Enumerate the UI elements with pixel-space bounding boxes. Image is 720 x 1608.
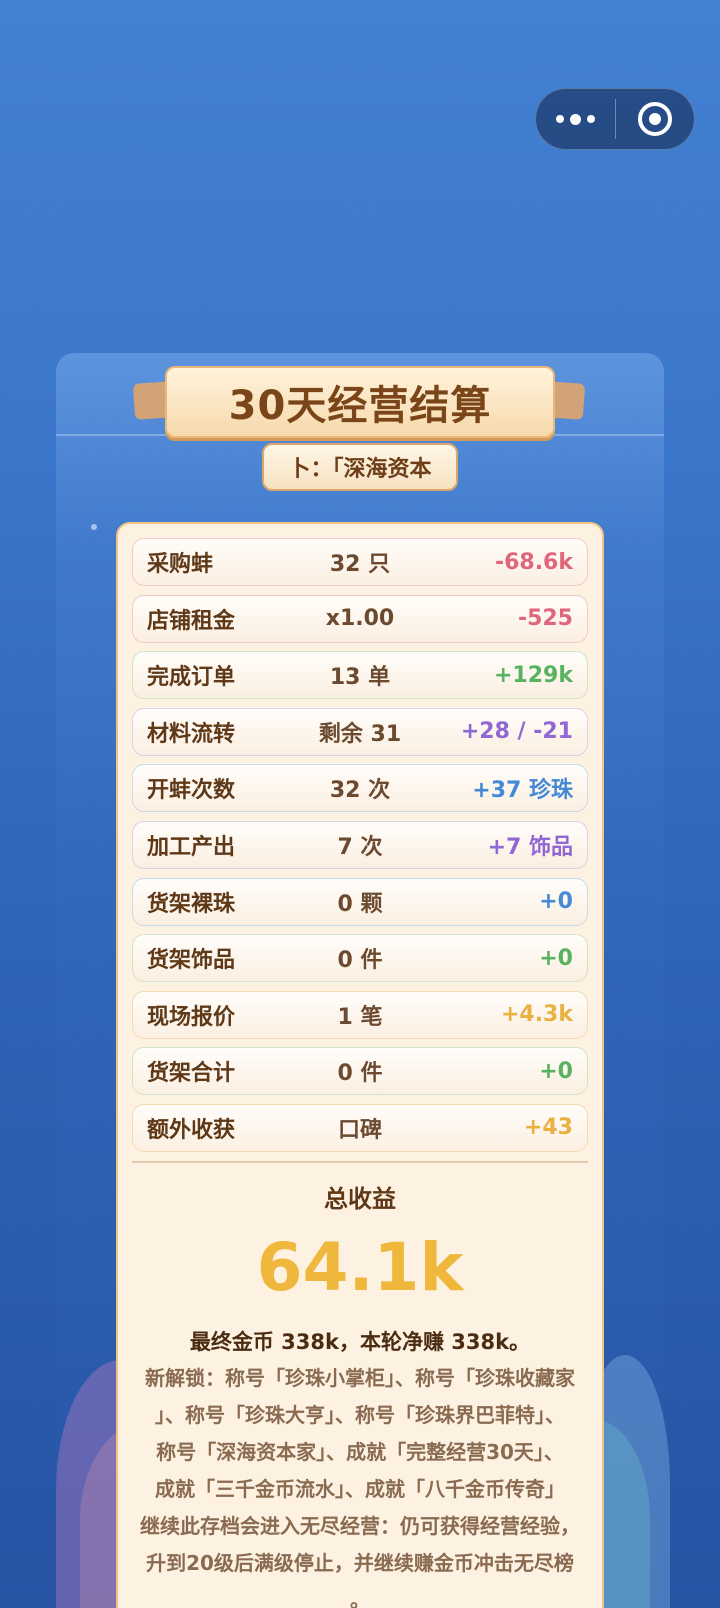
unlock-text: 新解锁：称号「珍珠小掌柜」、称号「珍珠收藏家 」、称号「珍珠大亨」、称号「珍珠界… (132, 1360, 588, 1508)
subtitle-text: 卜：「深海资本 (288, 457, 432, 482)
unlock-line: 成就「三千金币流水」、成就「八千金币传奇」 (155, 1476, 565, 1501)
endless-line: 升到20级后满级停止，并继续赚金币冲击无尽榜 (146, 1550, 574, 1575)
stat-value: +129k (494, 662, 573, 688)
stat-row: 开蚌次数 32 次 +37 珍珠 (132, 764, 588, 813)
total-label: 总收益 (324, 1184, 396, 1213)
endless-text: 继续此存档会进入无尽经营：仍可获得经营经验， 升到20级后满级停止，并继续赚金币… (132, 1508, 588, 1608)
stat-row: 货架饰品 0 件 +0 (132, 934, 588, 983)
stat-label: 现场报价 (147, 1004, 236, 1030)
stat-value: +0 (539, 945, 573, 971)
stat-detail: x1.00 (325, 606, 395, 632)
stat-value: +7 饰品 (487, 834, 573, 860)
stat-row: 材料流转 剩余 31 +28 / -21 (132, 707, 588, 756)
endless-line: 继续此存档会进入无尽经营：仍可获得经营经验， (140, 1513, 580, 1538)
unlock-line: 称号「深海资本家」、成就「完整经营30天」、 (156, 1439, 564, 1464)
stat-row: 店铺租金 x1.00 -525 (132, 594, 588, 643)
stat-row: 额外收获 口碑 +43 (132, 1103, 588, 1152)
target-circle-icon[interactable] (616, 89, 694, 149)
stat-detail: 剩余 31 (318, 721, 402, 747)
page-title: 30天经营结算 (228, 383, 492, 429)
subtitle-badge: 卜：「深海资本 (262, 443, 458, 491)
stat-row: 货架合计 0 件 +0 (132, 1047, 588, 1096)
title-ribbon: 30天经营结算 (165, 366, 555, 438)
stat-detail: 13 单 (329, 665, 391, 691)
stat-value: +28 / -21 (460, 719, 573, 745)
mini-program-capsule (535, 88, 695, 150)
stat-value: -68.6k (494, 549, 573, 575)
stat-detail: 0 件 (337, 948, 383, 974)
stat-row: 加工产出 7 次 +7 饰品 (132, 820, 588, 869)
stat-value: +4.3k (500, 1002, 573, 1028)
stat-value: +37 珍珠 (472, 778, 573, 804)
stat-detail: 0 颗 (337, 891, 383, 917)
stat-value: -525 (517, 606, 573, 632)
stat-label: 货架合计 (147, 1061, 236, 1087)
stat-label: 完成订单 (147, 665, 236, 691)
stat-label: 货架裸珠 (147, 891, 236, 917)
stat-label: 加工产出 (147, 834, 236, 860)
unlock-line: 」、称号「珍珠大亨」、称号「珍珠界巴菲特」、 (155, 1402, 565, 1427)
total-value: 64.1k (256, 1228, 464, 1306)
settlement-card: 采购蚌 32 只 -68.6k 店铺租金 x1.00 -525 完成订单 13 单 +129k 材… (116, 522, 604, 1608)
stat-detail: 7 次 (337, 834, 383, 860)
stat-label: 采购蚌 (147, 552, 214, 577)
stat-detail: 0 件 (337, 1061, 383, 1087)
stat-row: 货架裸珠 0 颗 +0 (132, 877, 588, 926)
stat-detail: 口碑 (337, 1117, 382, 1143)
stats-list: 采购蚌 32 只 -68.6k 店铺租金 x1.00 -525 完成订单 13 单 +129k 材… (132, 538, 588, 1152)
stat-detail: 32 只 (329, 552, 391, 577)
stat-value: +0 (539, 1058, 573, 1084)
stat-label: 额外收获 (147, 1117, 236, 1143)
final-coins-text: 最终金币 338k，本轮净赚 338k。 (189, 1329, 531, 1354)
stat-value: +0 (539, 889, 573, 915)
more-dots-icon[interactable] (536, 89, 615, 149)
endless-line: 。 (350, 1587, 370, 1608)
stat-label: 开蚌次数 (147, 778, 236, 804)
stat-row: 现场报价 1 笔 +4.3k (132, 990, 588, 1039)
unlock-line: 新解锁：称号「珍珠小掌柜」、称号「珍珠收藏家 (145, 1365, 575, 1390)
stat-detail: 1 笔 (337, 1004, 383, 1030)
stat-value: +43 (523, 1115, 573, 1141)
stat-label: 材料流转 (147, 721, 236, 747)
stat-label: 店铺租金 (147, 608, 236, 634)
divider (132, 1160, 588, 1163)
stat-detail: 32 次 (329, 778, 391, 804)
sparkle-icon (91, 524, 97, 530)
stat-row: 完成订单 13 单 +129k (132, 651, 588, 700)
stat-label: 货架饰品 (147, 948, 236, 974)
stat-row: 采购蚌 32 只 -68.6k (132, 538, 588, 586)
